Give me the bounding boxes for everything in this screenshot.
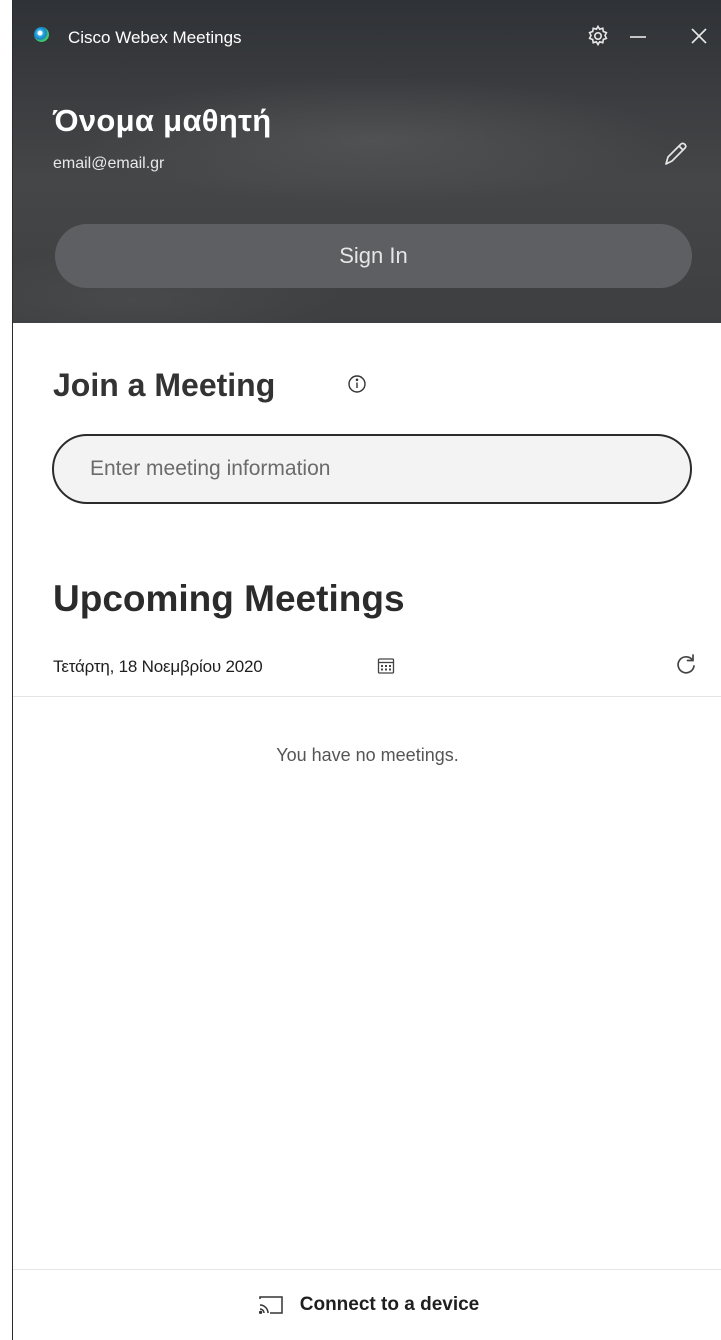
app-title: Cisco Webex Meetings (68, 28, 242, 47)
sign-in-button[interactable]: Sign In (55, 224, 692, 288)
join-meeting-title: Join a Meeting (53, 367, 276, 403)
title-bar: Cisco Webex Meetings (13, 0, 721, 80)
minimize-icon[interactable] (624, 22, 652, 50)
connect-to-device-button[interactable]: Connect to a device (13, 1270, 721, 1340)
upcoming-meetings-title: Upcoming Meetings (53, 578, 405, 619)
gear-icon[interactable] (584, 22, 612, 50)
info-icon[interactable] (345, 372, 369, 396)
connect-label: Connect to a device (299, 1294, 480, 1315)
cast-icon (256, 1293, 286, 1317)
pencil-icon[interactable] (658, 138, 692, 172)
profile-header: Cisco Webex Meetings Όνομα μαθητή email@… (13, 0, 721, 323)
close-icon[interactable] (685, 22, 713, 50)
no-meetings-message: You have no meetings. (276, 745, 459, 765)
user-name: Όνομα μαθητή (53, 103, 272, 138)
meeting-info-input[interactable] (52, 434, 692, 504)
calendar-icon[interactable] (376, 656, 396, 676)
refresh-icon[interactable] (672, 650, 700, 678)
webex-window: Cisco Webex Meetings Όνομα μαθητή email@… (12, 0, 721, 1340)
list-divider (13, 696, 721, 697)
user-email: email@email.gr (53, 155, 165, 172)
meetings-date: Τετάρτη, 18 Νοεμβρίου 2020 (53, 657, 263, 676)
app-logo-icon (34, 27, 49, 42)
